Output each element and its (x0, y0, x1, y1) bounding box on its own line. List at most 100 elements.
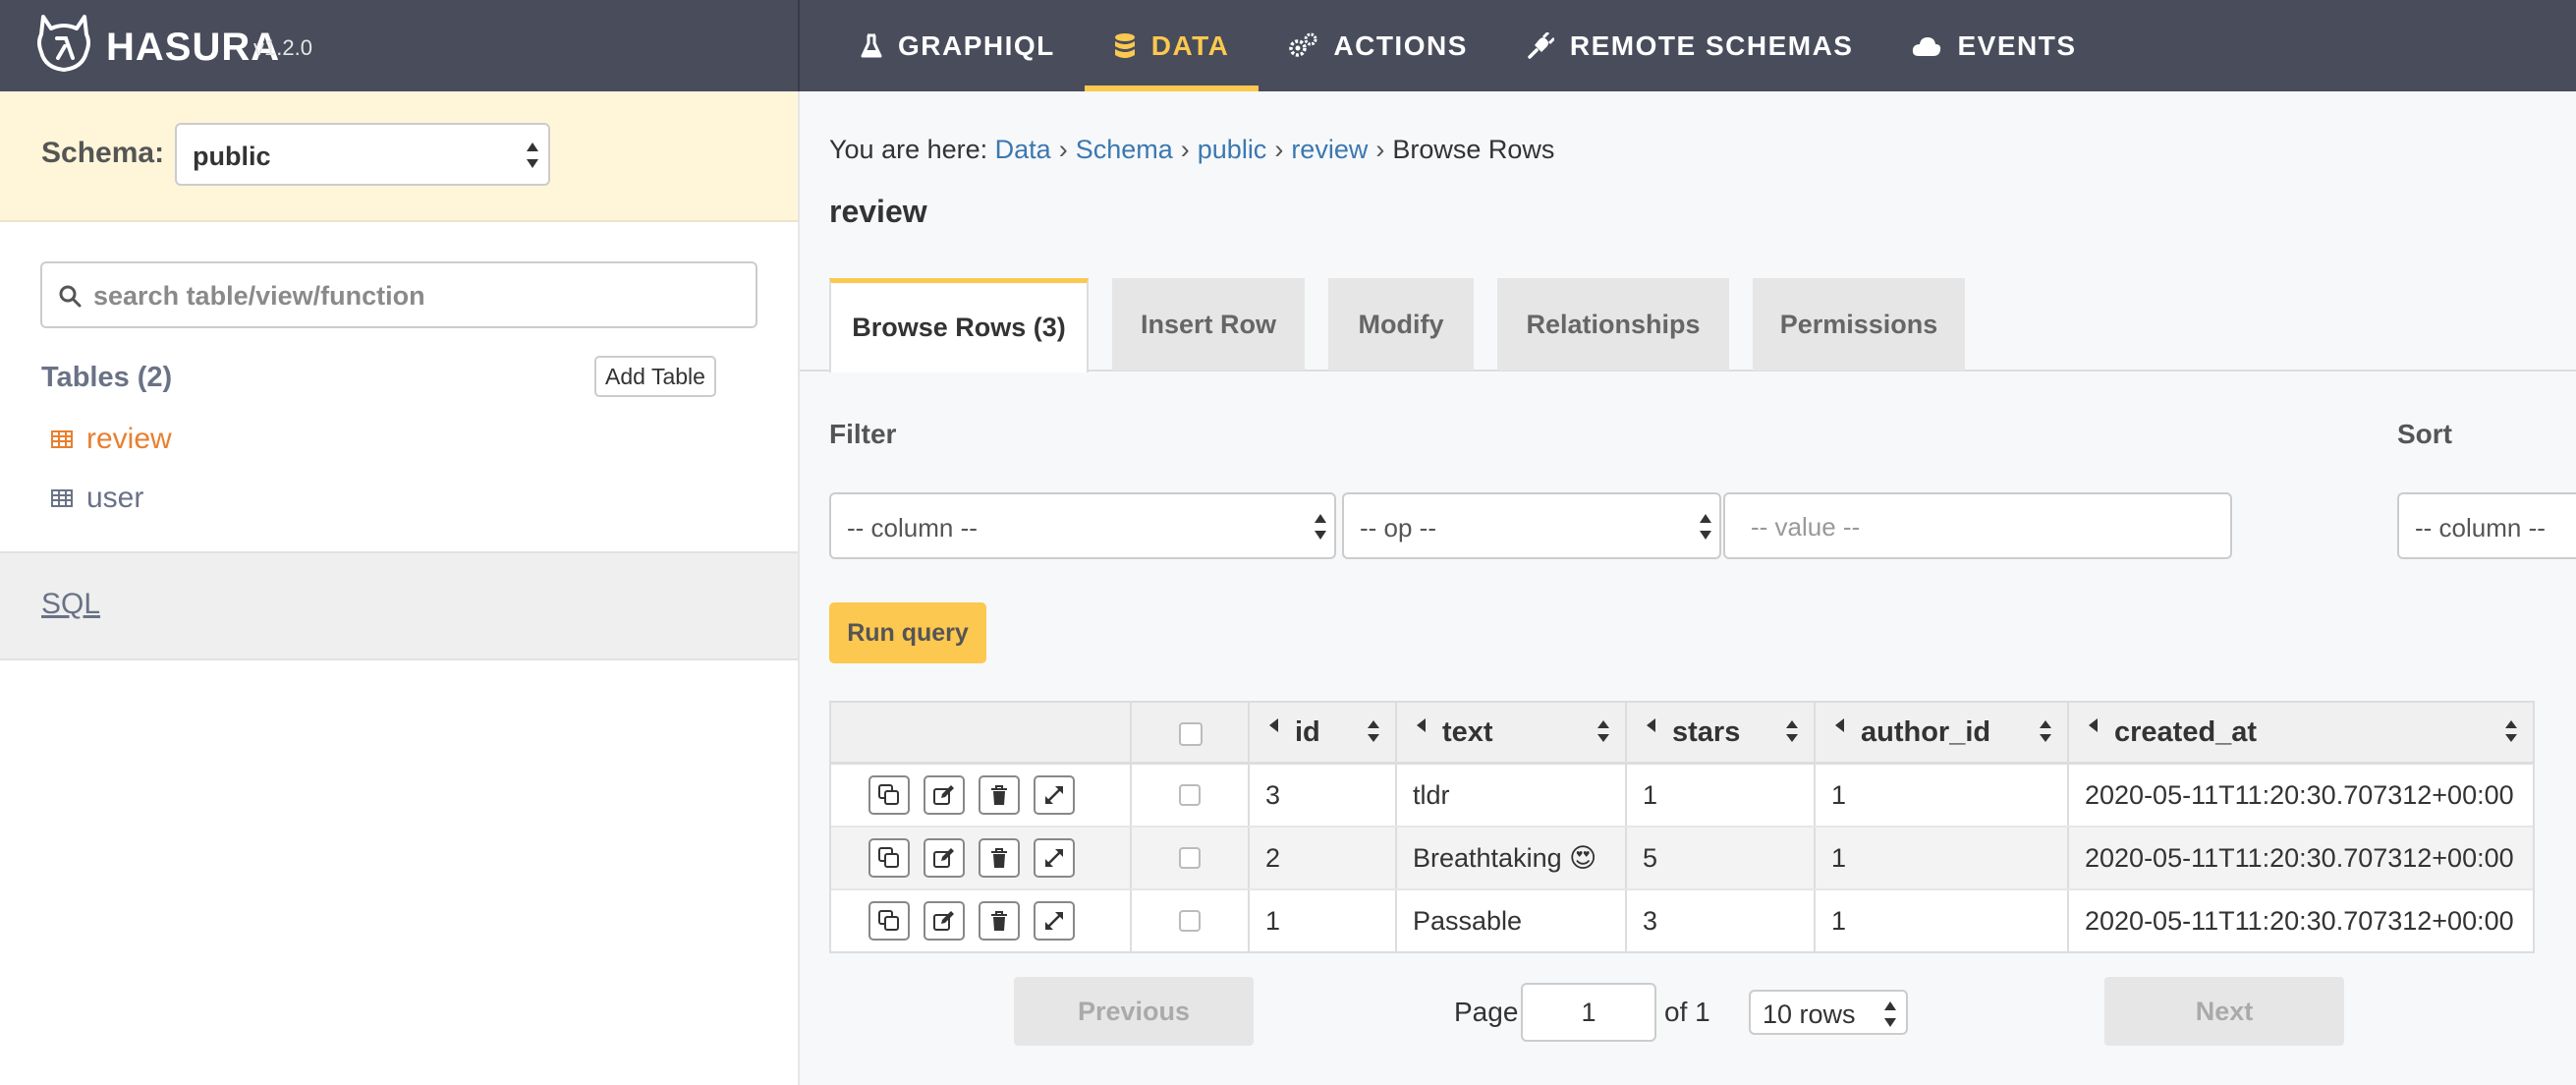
cell-id[interactable]: 1 (1250, 890, 1397, 951)
column-header-text[interactable]: text (1397, 703, 1627, 762)
delete-row-button[interactable] (979, 901, 1020, 941)
clone-row-button[interactable] (868, 775, 910, 815)
sort-icon[interactable] (2505, 720, 2517, 742)
cell-created-at[interactable]: 2020-05-11T11:20:30.707312+00:00 (2069, 890, 2533, 951)
top-navbar: HASURA v1.2.0 GRAPHIQL DATA ACTIONS REMO… (0, 0, 2576, 91)
caret-left-icon (1417, 718, 1426, 732)
cell-stars[interactable]: 1 (1627, 765, 1816, 826)
filter-heading: Filter (829, 419, 897, 449)
tab-permissions[interactable]: Permissions (1753, 278, 1965, 371)
tab-browse-rows[interactable]: Browse Rows (3) (829, 278, 1089, 372)
breadcrumb-link-public[interactable]: public (1198, 135, 1267, 164)
expand-row-button[interactable] (1034, 901, 1075, 941)
select-all-cell (1132, 703, 1250, 762)
column-header-stars[interactable]: stars (1627, 703, 1816, 762)
cell-value: Breathtaking 😍 (1413, 843, 1597, 873)
page-title: review (829, 194, 927, 229)
run-query-button[interactable]: Run query (829, 602, 986, 663)
tab-modify[interactable]: Modify (1328, 278, 1474, 371)
cell-stars[interactable]: 5 (1627, 828, 1816, 888)
delete-row-button[interactable] (979, 838, 1020, 878)
flask-icon (861, 33, 882, 57)
next-page-button[interactable]: Next (2104, 977, 2344, 1046)
cell-id[interactable]: 2 (1250, 828, 1397, 888)
sort-icon[interactable] (2040, 720, 2051, 742)
breadcrumb-current: Browse Rows (1392, 135, 1555, 164)
sidebar-item-user[interactable]: user (51, 482, 143, 515)
nav-events[interactable]: EVENTS (1882, 0, 2105, 91)
edit-row-button[interactable] (924, 838, 965, 878)
tab-insert-row[interactable]: Insert Row (1112, 278, 1305, 371)
cell-value: 1 (1831, 780, 1847, 810)
expand-row-button[interactable] (1034, 838, 1075, 878)
nav-graphiql[interactable]: GRAPHIQL (831, 0, 1085, 91)
filter-op-select[interactable]: -- op -- (1342, 492, 1721, 559)
cell-created-at[interactable]: 2020-05-11T11:20:30.707312+00:00 (2069, 828, 2533, 888)
sql-link[interactable]: SQL (41, 588, 100, 621)
plug-icon (1528, 31, 1554, 59)
sidebar-item-review[interactable]: review (51, 423, 172, 456)
cell-created-at[interactable]: 2020-05-11T11:20:30.707312+00:00 (2069, 765, 2533, 826)
edit-row-button[interactable] (924, 775, 965, 815)
row-checkbox[interactable] (1179, 910, 1201, 932)
cell-author-id[interactable]: 1 (1816, 828, 2069, 888)
cell-text[interactable]: Passable (1397, 890, 1627, 951)
cell-author-id[interactable]: 1 (1816, 890, 2069, 951)
table-header-row: id text stars author_id created_at (831, 703, 2533, 765)
cell-id[interactable]: 3 (1250, 765, 1397, 826)
previous-page-button[interactable]: Previous (1014, 977, 1254, 1046)
nav-actions[interactable]: ACTIONS (1259, 0, 1497, 91)
row-actions-cell (831, 828, 1132, 888)
sidebar-item-label: review (86, 423, 172, 455)
column-header-id[interactable]: id (1250, 703, 1397, 762)
search-input[interactable] (91, 273, 734, 318)
select-arrows-icon (1315, 514, 1326, 540)
cell-text[interactable]: tldr (1397, 765, 1627, 826)
table-icon (51, 430, 73, 448)
column-header-author-id[interactable]: author_id (1816, 703, 2069, 762)
cell-stars[interactable]: 3 (1627, 890, 1816, 951)
select-all-checkbox[interactable] (1179, 722, 1203, 746)
sort-icon[interactable] (1597, 720, 1609, 742)
breadcrumb-link-data[interactable]: Data (995, 135, 1051, 164)
filter-value-input[interactable] (1749, 506, 2214, 547)
brand[interactable]: HASURA v1.2.0 (0, 0, 800, 91)
hasura-logo-icon (37, 15, 90, 72)
edit-row-button[interactable] (924, 901, 965, 941)
sort-column-select[interactable]: -- column -- (2397, 492, 2576, 559)
breadcrumb-link-schema[interactable]: Schema (1076, 135, 1173, 164)
delete-row-button[interactable] (979, 775, 1020, 815)
nav-data[interactable]: DATA (1084, 0, 1260, 91)
breadcrumb-prefix: You are here: (829, 135, 988, 164)
tab-relationships[interactable]: Relationships (1497, 278, 1729, 371)
cell-text[interactable]: Breathtaking 😍 (1397, 828, 1627, 888)
select-value: 10 rows (1763, 999, 1856, 1029)
cell-value: 1 (1265, 906, 1281, 936)
cell-value: 1 (1643, 780, 1658, 810)
column-header-created-at[interactable]: created_at (2069, 703, 2533, 762)
cell-author-id[interactable]: 1 (1816, 765, 2069, 826)
cell-value: 2020-05-11T11:20:30.707312+00:00 (2085, 906, 2514, 936)
clone-row-button[interactable] (868, 838, 910, 878)
table-row: 1 Passable 3 1 2020-05-11T11:20:30.70731… (831, 890, 2533, 951)
nav-remote-schemas[interactable]: REMOTE SCHEMAS (1497, 0, 1883, 91)
trash-icon (991, 785, 1007, 805)
row-checkbox[interactable] (1179, 847, 1201, 869)
sort-icon[interactable] (1786, 720, 1798, 742)
add-table-button[interactable]: Add Table (594, 356, 716, 397)
breadcrumb-link-review[interactable]: review (1291, 135, 1368, 164)
expand-icon (1045, 786, 1063, 804)
sidebar: Schema: public Tables (2) Add Table revi… (0, 91, 800, 1085)
column-header-label: id (1295, 716, 1320, 748)
page-label: Page (1454, 997, 1519, 1027)
page-number-input[interactable] (1521, 983, 1656, 1042)
column-header-label: text (1442, 716, 1493, 748)
expand-row-button[interactable] (1034, 775, 1075, 815)
select-arrows-icon (1884, 1001, 1896, 1027)
sort-icon[interactable] (1368, 720, 1379, 742)
rows-per-page-select[interactable]: 10 rows (1749, 990, 1908, 1035)
filter-column-select[interactable]: -- column -- (829, 492, 1336, 559)
row-checkbox[interactable] (1179, 784, 1201, 806)
clone-row-button[interactable] (868, 901, 910, 941)
schema-select[interactable]: public (175, 123, 550, 186)
